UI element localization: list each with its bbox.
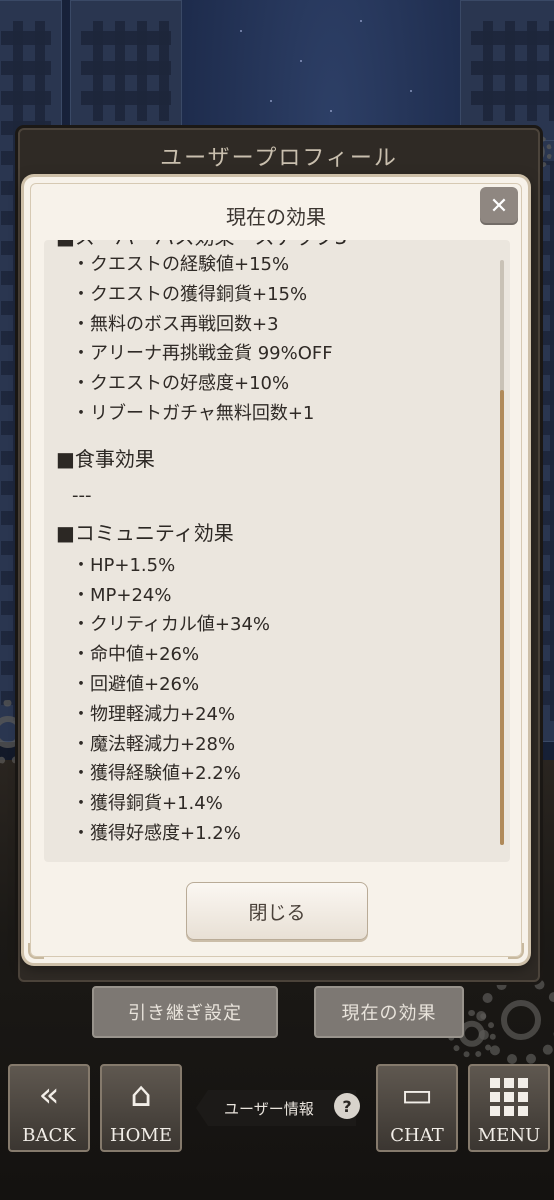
list-item: ・回避値+26%	[72, 673, 200, 695]
transfer-settings-button[interactable]: 引き継ぎ設定	[92, 986, 278, 1038]
list-item: ・クエストの経験値+15%	[72, 254, 290, 275]
star	[360, 20, 362, 22]
menu-label: MENU	[477, 1125, 541, 1146]
section-heading-community: ■コミュニティ効果	[56, 520, 234, 545]
close-modal-button[interactable]: 閉じる	[186, 882, 368, 940]
list-item: ・獲得経験値+2.2%	[72, 763, 241, 785]
back-label: BACK	[22, 1125, 76, 1146]
list-item: ・獲得好感度+1.2%	[72, 822, 241, 844]
list-item: ・HP+1.5%	[72, 554, 176, 576]
star	[240, 30, 242, 32]
list-item: ・クリティカル値+34%	[72, 614, 271, 636]
empty-placeholder: ---	[72, 484, 92, 506]
close-icon: ✕	[489, 193, 509, 219]
home-label: HOME	[109, 1125, 173, 1146]
effects-list-box[interactable]: ■スーパーパス効果・ステップ3 ・クエストの経験値+15% ・クエストの獲得銅貨…	[44, 240, 510, 862]
star	[300, 60, 302, 62]
menu-grid-icon	[490, 1078, 528, 1116]
current-effects-button[interactable]: 現在の効果	[314, 986, 464, 1038]
list-item: ・クエストの獲得銅貨+15%	[72, 283, 308, 305]
scroll-area[interactable]: ■スーパーパス効果・ステップ3 ・クエストの経験値+15% ・クエストの獲得銅貨…	[44, 240, 490, 862]
chat-icon: ▭	[400, 1075, 434, 1115]
user-info-tab[interactable]: ユーザー情報	[196, 1090, 356, 1126]
star	[270, 100, 272, 102]
home-icon: ⌂	[130, 1075, 152, 1115]
user-info-label: ユーザー情報	[224, 1099, 314, 1118]
scroll-content: ■スーパーパス効果・ステップ3 ・クエストの経験値+15% ・クエストの獲得銅貨…	[56, 240, 490, 849]
profile-title: ユーザープロフィール	[160, 146, 398, 171]
section-heading-meal: ■食事効果	[56, 446, 155, 471]
list-item: ・命中値+26%	[72, 644, 200, 666]
list-item: ・魔法軽減力+28%	[72, 733, 236, 755]
background-building-right	[460, 0, 554, 142]
list-item: ・クエストの好感度+10%	[72, 373, 290, 395]
chat-label: CHAT	[390, 1125, 444, 1146]
close-button[interactable]: ✕	[480, 187, 518, 225]
list-item: ・アリーナ再挑戦金貨 99%OFF	[72, 343, 333, 365]
back-button[interactable]: « BACK	[8, 1064, 90, 1152]
scrollbar-thumb[interactable]	[500, 390, 504, 845]
home-button[interactable]: ⌂ HOME	[100, 1064, 182, 1152]
section-heading-superpass: ■スーパーパス効果・ステップ3	[56, 240, 490, 250]
menu-button[interactable]: MENU	[468, 1064, 550, 1152]
back-icon: «	[38, 1075, 60, 1115]
star	[410, 90, 412, 92]
list-item: ・獲得銅貨+1.4%	[72, 793, 223, 815]
help-icon[interactable]: ?	[334, 1093, 360, 1119]
list-item: ・物理軽減力+24%	[72, 703, 236, 725]
effects-modal: 現在の効果 ✕ ■スーパーパス効果・ステップ3 ・クエストの経験値+15% ・ク…	[24, 177, 528, 963]
chat-button[interactable]: ▭ CHAT	[376, 1064, 458, 1152]
background-building-tower	[70, 0, 182, 142]
modal-title: 現在の効果	[226, 205, 326, 229]
list-item: ・リブートガチャ無料回数+1	[72, 402, 315, 424]
list-item: ・無料のボス再戦回数+3	[72, 313, 279, 335]
star	[330, 110, 332, 112]
corner-ornament	[28, 943, 44, 959]
list-item: ・MP+24%	[72, 584, 172, 606]
corner-ornament	[508, 943, 524, 959]
